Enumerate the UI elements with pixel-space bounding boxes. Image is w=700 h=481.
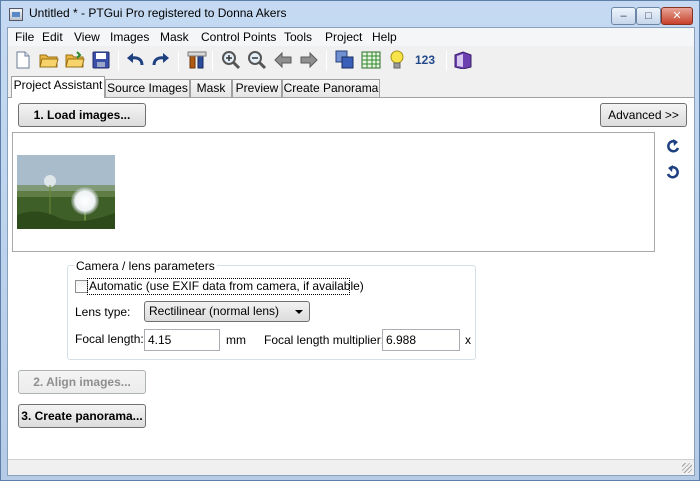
back-arrow-icon[interactable] xyxy=(272,49,294,71)
menu-bar: File Edit View Images Mask Control Point… xyxy=(8,28,694,46)
numeric-transform-icon[interactable]: 123 xyxy=(410,49,440,71)
tab-source-images[interactable]: Source Images xyxy=(105,79,190,98)
source-image-thumbnail[interactable] xyxy=(17,155,115,229)
menu-images[interactable]: Images xyxy=(110,29,149,45)
undo-icon[interactable] xyxy=(124,49,146,71)
title-bar[interactable]: Untitled * - PTGui Pro registered to Don… xyxy=(1,1,699,27)
menu-control-points[interactable]: Control Points xyxy=(201,29,276,45)
tools-icon[interactable] xyxy=(186,49,208,71)
focal-multiplier-label: Focal length multiplier: xyxy=(264,333,385,347)
tab-preview[interactable]: Preview xyxy=(232,79,282,98)
automatic-exif-label[interactable]: Automatic (use EXIF data from camera, if… xyxy=(89,279,364,293)
save-icon[interactable] xyxy=(90,49,112,71)
maximize-button[interactable]: □ xyxy=(636,7,661,25)
status-bar xyxy=(8,459,694,475)
open-recent-icon[interactable] xyxy=(64,49,86,71)
lens-type-value: Rectilinear (normal lens) xyxy=(149,304,280,318)
focal-multiplier-input[interactable]: 6.988 xyxy=(382,329,460,351)
lens-type-select[interactable]: Rectilinear (normal lens) xyxy=(144,301,310,322)
forward-arrow-icon[interactable] xyxy=(298,49,320,71)
image-list[interactable] xyxy=(12,132,655,252)
close-button[interactable]: ✕ xyxy=(661,7,693,25)
load-images-button[interactable]: 1. Load images... xyxy=(18,103,146,127)
minimize-button[interactable]: – xyxy=(611,7,636,25)
align-images-button[interactable]: 2. Align images... xyxy=(18,370,146,394)
focal-length-input[interactable]: 4.15 xyxy=(144,329,220,351)
new-document-icon[interactable] xyxy=(12,49,34,71)
focal-length-unit: mm xyxy=(226,333,246,347)
client-area: File Edit View Images Mask Control Point… xyxy=(7,27,695,476)
tab-mask[interactable]: Mask xyxy=(190,79,232,98)
panorama-editor-icon[interactable] xyxy=(334,49,356,71)
project-assistant-panel: 1. Load images... Advanced >> Camera / l… xyxy=(8,98,694,459)
advanced-button[interactable]: Advanced >> xyxy=(600,103,687,127)
table-editor-icon[interactable] xyxy=(360,49,382,71)
rotate-right-icon[interactable] xyxy=(664,164,682,182)
toolbar: 123 xyxy=(8,46,694,76)
toolbar-separator xyxy=(446,51,447,71)
tab-project-assistant[interactable]: Project Assistant xyxy=(11,76,105,98)
menu-view[interactable]: View xyxy=(74,29,100,45)
resize-grip[interactable] xyxy=(682,463,692,473)
create-panorama-button[interactable]: 3. Create panorama... xyxy=(18,404,146,428)
zoom-out-icon[interactable] xyxy=(246,49,268,71)
toolbar-separator xyxy=(326,51,327,71)
app-icon xyxy=(9,8,23,21)
app-window: Untitled * - PTGui Pro registered to Don… xyxy=(0,0,700,481)
focal-multiplier-unit: x xyxy=(465,333,471,347)
toolbar-separator xyxy=(118,51,119,71)
tips-bulb-icon[interactable] xyxy=(386,49,408,71)
menu-help[interactable]: Help xyxy=(372,29,397,45)
tab-create-panorama[interactable]: Create Panorama xyxy=(282,79,380,98)
focal-length-label: Focal length: xyxy=(75,332,144,346)
toolbar-separator xyxy=(178,51,179,71)
menu-mask[interactable]: Mask xyxy=(160,29,189,45)
menu-project[interactable]: Project xyxy=(325,29,362,45)
camera-lens-group-title: Camera / lens parameters xyxy=(74,259,217,273)
redo-icon[interactable] xyxy=(150,49,172,71)
tab-strip: Project Assistant Source Images Mask Pre… xyxy=(8,76,694,98)
help-book-icon[interactable] xyxy=(452,49,474,71)
lens-type-label: Lens type: xyxy=(75,305,131,319)
chevron-down-icon xyxy=(295,310,303,314)
toolbar-separator xyxy=(212,51,213,71)
open-folder-icon[interactable] xyxy=(38,49,60,71)
zoom-in-icon[interactable] xyxy=(220,49,242,71)
menu-file[interactable]: File xyxy=(15,29,34,45)
window-title: Untitled * - PTGui Pro registered to Don… xyxy=(29,6,287,20)
menu-edit[interactable]: Edit xyxy=(42,29,63,45)
menu-tools[interactable]: Tools xyxy=(284,29,312,45)
rotate-left-icon[interactable] xyxy=(664,138,682,156)
